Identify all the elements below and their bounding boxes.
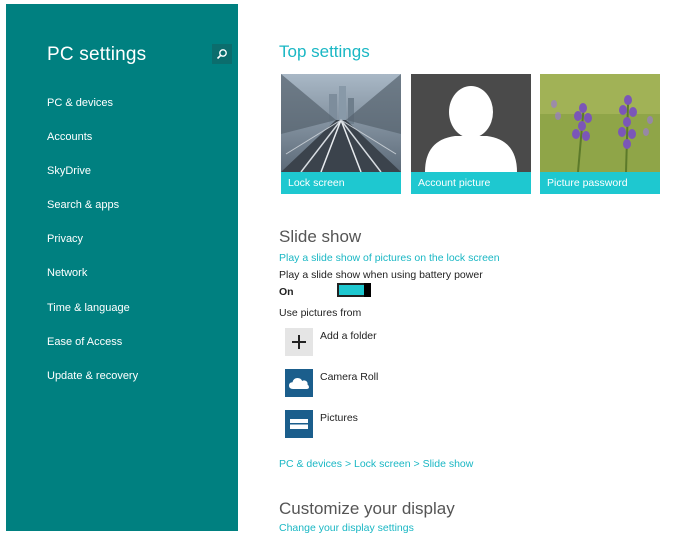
sidebar-item-update-recovery[interactable]: Update & recovery — [47, 370, 138, 382]
sidebar-item-ease-of-access[interactable]: Ease of Access — [47, 336, 122, 348]
sidebar-item-network[interactable]: Network — [47, 267, 87, 279]
add-folder-button[interactable]: Add a folder — [285, 328, 405, 356]
pictures-label: Pictures — [320, 412, 358, 424]
sidebar-item-skydrive[interactable]: SkyDrive — [47, 165, 91, 177]
sidebar-item-privacy[interactable]: Privacy — [47, 233, 83, 245]
camera-roll-label: Camera Roll — [320, 371, 379, 383]
breadcrumb[interactable]: PC & devices > Lock screen > Slide show — [279, 458, 473, 470]
change-display-settings-link[interactable]: Change your display settings — [279, 522, 414, 534]
sidebar-item-time-language[interactable]: Time & language — [47, 302, 130, 314]
customize-display-title: Customize your display — [279, 499, 455, 518]
play-slideshow-link[interactable]: Play a slide show of pictures on the loc… — [279, 252, 500, 264]
pictures-item[interactable]: Pictures — [285, 410, 405, 438]
skydrive-cloud-icon — [285, 369, 313, 397]
tile-account-picture-label: Account picture — [411, 172, 531, 194]
tile-picture-password-label: Picture password — [540, 172, 660, 194]
camera-roll-item[interactable]: Camera Roll — [285, 369, 405, 397]
tile-picture-password[interactable]: Picture password — [540, 74, 660, 194]
plus-icon — [285, 328, 313, 356]
sidebar-item-pc-devices[interactable]: PC & devices — [47, 97, 113, 109]
tile-lock-screen[interactable]: Lock screen — [281, 74, 401, 194]
top-settings-title: Top settings — [279, 42, 370, 61]
sidebar-title: PC settings — [47, 44, 147, 65]
search-button[interactable] — [212, 44, 232, 64]
pictures-library-icon — [285, 410, 313, 438]
slideshow-title: Slide show — [279, 227, 362, 246]
battery-slideshow-toggle[interactable] — [337, 283, 371, 297]
sidebar-item-accounts[interactable]: Accounts — [47, 131, 92, 143]
toggle-state-label: On — [279, 286, 294, 298]
tile-lock-screen-label: Lock screen — [281, 172, 401, 194]
lock-screen-image — [281, 74, 401, 172]
tile-account-picture[interactable]: Account picture — [411, 74, 531, 194]
account-picture-image — [411, 74, 531, 172]
battery-power-label: Play a slide show when using battery pow… — [279, 269, 483, 281]
toggle-knob — [364, 283, 371, 297]
sidebar: PC settings PC & devices Accounts SkyDri… — [6, 4, 238, 531]
add-folder-label: Add a folder — [320, 330, 377, 342]
sidebar-item-search-apps[interactable]: Search & apps — [47, 199, 119, 211]
picture-password-image — [540, 74, 660, 172]
search-icon — [216, 49, 227, 60]
use-pictures-label: Use pictures from — [279, 307, 362, 319]
toggle-fill — [339, 285, 364, 295]
